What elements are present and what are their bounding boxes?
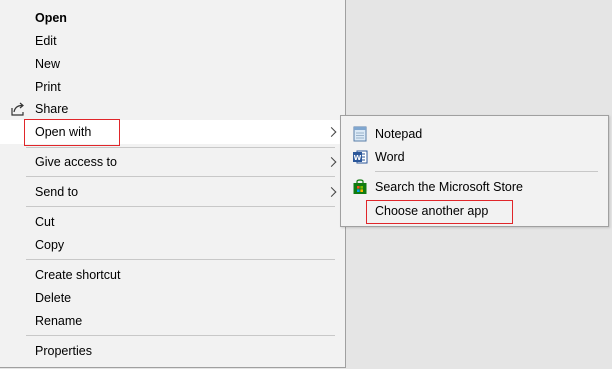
- submenu-item-word[interactable]: W Word: [341, 145, 608, 168]
- menu-item-cut[interactable]: Cut: [0, 210, 345, 233]
- submenu-item-search-store[interactable]: Search the Microsoft Store: [341, 175, 608, 198]
- menu-item-create-shortcut[interactable]: Create shortcut: [0, 263, 345, 286]
- submenu-item-word-label: Word: [375, 149, 405, 164]
- microsoft-store-icon: [351, 178, 369, 196]
- menu-item-share[interactable]: Share: [0, 97, 345, 120]
- menu-item-send-to[interactable]: Send to: [0, 180, 345, 203]
- annotation-box-open-with: [24, 119, 120, 146]
- menu-item-create-shortcut-label: Create shortcut: [35, 267, 121, 282]
- notepad-icon: [351, 125, 369, 143]
- annotation-box-choose-another-app: [366, 200, 513, 224]
- chevron-right-icon: [326, 127, 337, 137]
- menu-item-rename-label: Rename: [35, 313, 83, 328]
- chevron-right-icon: [326, 186, 337, 197]
- menu-separator: [26, 335, 335, 336]
- menu-item-delete[interactable]: Delete: [0, 286, 345, 309]
- submenu-item-notepad-label: Notepad: [375, 126, 423, 141]
- menu-item-properties[interactable]: Properties: [0, 339, 345, 362]
- menu-separator: [26, 147, 335, 148]
- menu-item-open[interactable]: Open: [0, 6, 345, 29]
- menu-item-copy-label: Copy: [35, 237, 65, 252]
- menu-item-edit[interactable]: Edit: [0, 29, 345, 52]
- menu-item-edit-label: Edit: [35, 33, 57, 48]
- menu-item-print[interactable]: Print: [0, 75, 345, 98]
- menu-item-new-label: New: [35, 56, 61, 71]
- menu-separator: [26, 206, 335, 207]
- menu-item-copy[interactable]: Copy: [0, 233, 345, 256]
- menu-item-give-access-to[interactable]: Give access to: [0, 150, 345, 173]
- menu-separator: [26, 259, 335, 260]
- share-icon: [9, 100, 27, 118]
- open-with-submenu: Notepad W Word Search the Microsoft Stor…: [340, 115, 609, 227]
- svg-text:W: W: [354, 154, 362, 162]
- menu-item-delete-label: Delete: [35, 290, 72, 305]
- menu-item-cut-label: Cut: [35, 214, 55, 229]
- context-menu: Open Edit New Print Share Open with Give…: [0, 0, 346, 368]
- submenu-separator: [375, 171, 598, 172]
- menu-item-rename[interactable]: Rename: [0, 309, 345, 332]
- word-icon: W: [351, 148, 369, 166]
- menu-item-new[interactable]: New: [0, 52, 345, 75]
- menu-item-share-label: Share: [35, 101, 69, 116]
- submenu-item-notepad[interactable]: Notepad: [341, 122, 608, 145]
- menu-item-print-label: Print: [35, 79, 61, 94]
- chevron-right-icon: [326, 156, 337, 167]
- submenu-item-search-store-label: Search the Microsoft Store: [375, 179, 523, 194]
- menu-item-properties-label: Properties: [35, 343, 92, 358]
- menu-item-open-label: Open: [35, 10, 67, 25]
- menu-item-give-access-to-label: Give access to: [35, 154, 117, 169]
- menu-separator: [26, 176, 335, 177]
- menu-item-send-to-label: Send to: [35, 184, 79, 199]
